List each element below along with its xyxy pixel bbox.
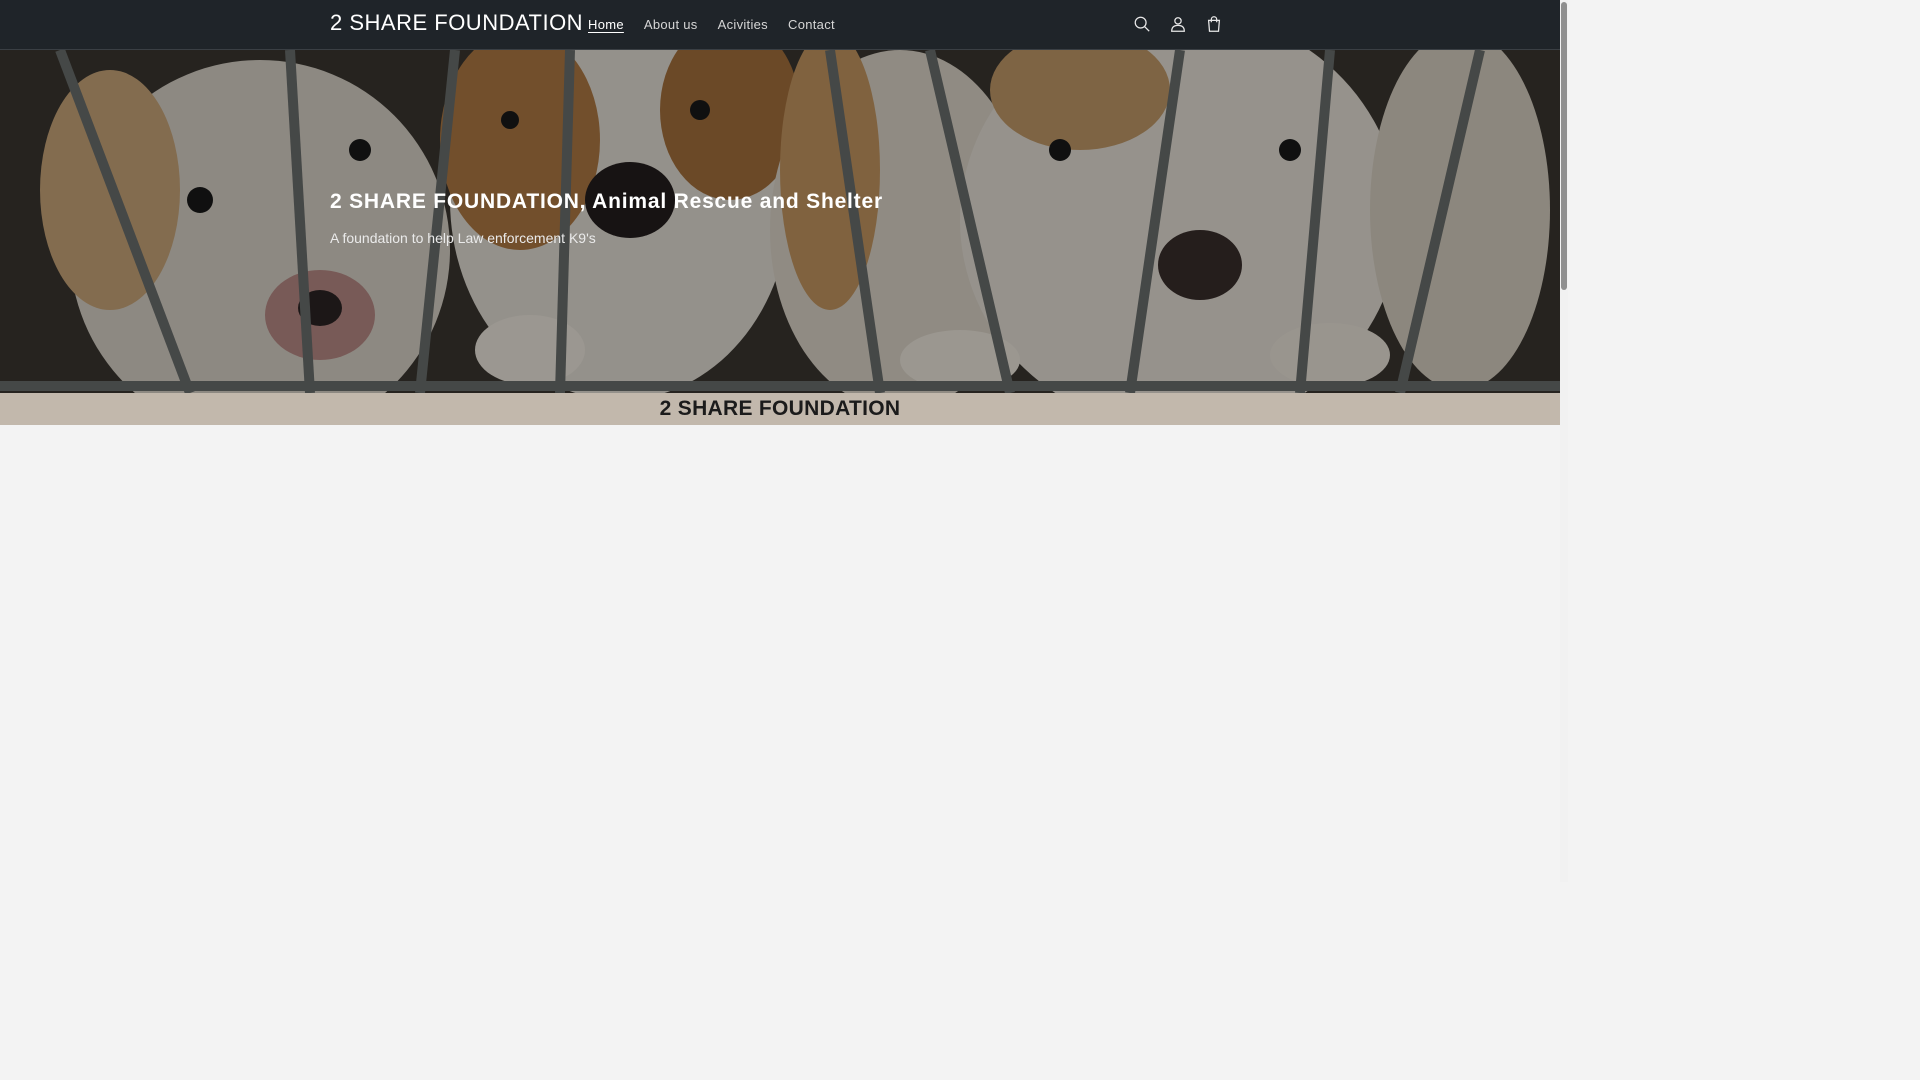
header-icons xyxy=(1124,6,1232,42)
hero-overlay xyxy=(0,50,1560,393)
nav-activities[interactable]: Acivities xyxy=(708,17,778,32)
hero-title: 2 SHARE FOUNDATION, Animal Rescue and Sh… xyxy=(330,190,883,213)
scrollbar-thumb[interactable] xyxy=(1561,2,1567,290)
nav-contact[interactable]: Contact xyxy=(778,17,845,32)
nav-about-us[interactable]: About us xyxy=(634,17,708,32)
account-icon xyxy=(1171,17,1185,32)
search-button[interactable] xyxy=(1124,6,1160,42)
foundation-band: 2 SHARE FOUNDATION xyxy=(0,393,1560,425)
search-icon xyxy=(1134,16,1150,32)
page: 2 SHARE FOUNDATION Home About us Aciviti… xyxy=(0,0,1560,882)
hero-subtitle: A foundation to help Law enforcement K9'… xyxy=(330,230,596,246)
site-header: 2 SHARE FOUNDATION Home About us Aciviti… xyxy=(0,0,1560,50)
main-nav: Home About us Acivities Contact xyxy=(578,0,845,49)
nav-home[interactable]: Home xyxy=(578,17,634,32)
hero-banner: 2 SHARE FOUNDATION, Animal Rescue and Sh… xyxy=(0,50,1560,393)
cart-button[interactable] xyxy=(1196,6,1232,42)
band-title: 2 SHARE FOUNDATION xyxy=(659,397,901,420)
cart-icon xyxy=(1207,16,1221,32)
account-button[interactable] xyxy=(1160,6,1196,42)
site-logo[interactable]: 2 SHARE FOUNDATION xyxy=(330,10,583,36)
